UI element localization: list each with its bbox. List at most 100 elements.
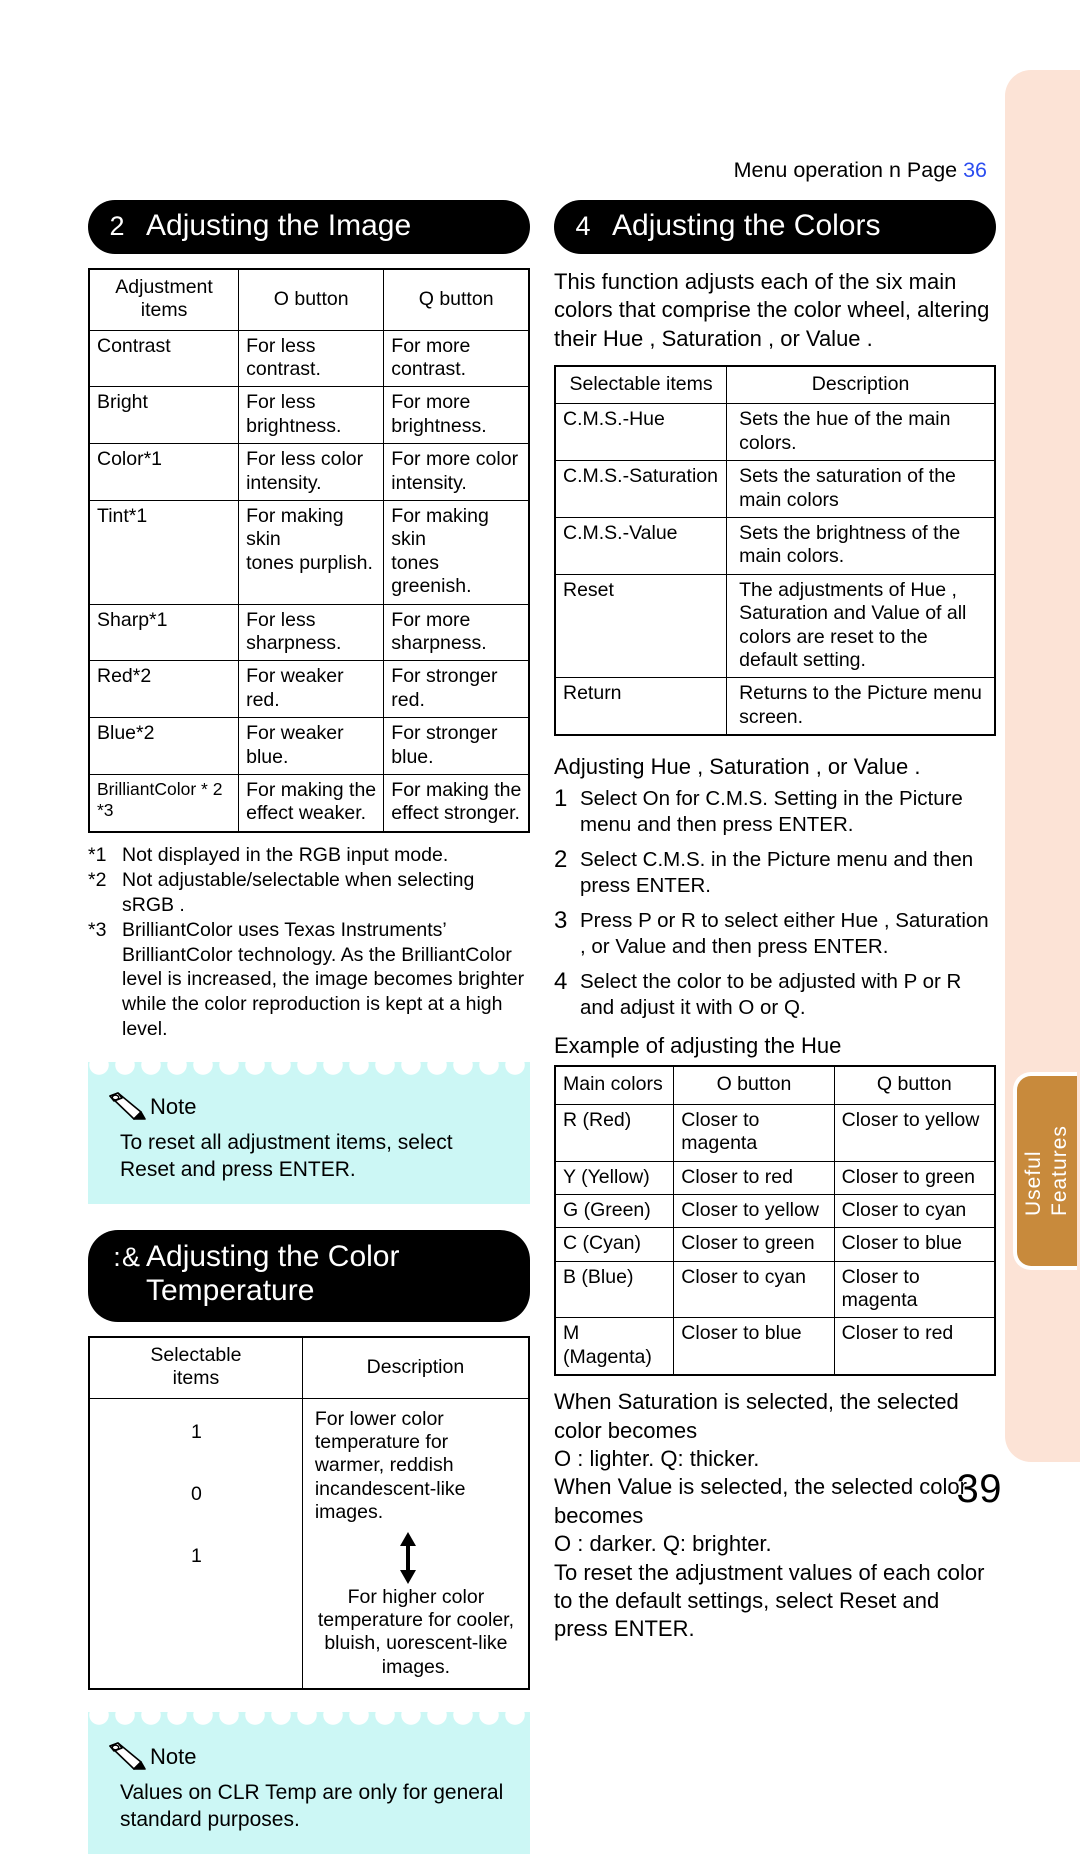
cell-item: Tint*1 (88, 500, 240, 605)
hue-example-table: Main colors O button Q button R (Red) Cl… (554, 1065, 996, 1377)
cell-color: G (Green) (554, 1193, 675, 1229)
cell-q: For more color intensity. (383, 443, 530, 502)
chapter-tab: Useful Features (1013, 1072, 1077, 1270)
cell-item: Return (554, 677, 728, 736)
cell-item: Blue*2 (88, 717, 240, 775)
table-row: Y (Yellow) Closer to red Closer to green (554, 1160, 996, 1195)
section-number: 4 (575, 211, 591, 241)
cell-description-warm: For lower color temperature for warmer, … (301, 1397, 530, 1530)
running-header-page-ref: 36 (963, 158, 987, 182)
table-header-row: Selectable items Description (554, 365, 996, 405)
table-row: C.M.S.-Value Sets the brightness of the … (554, 516, 996, 575)
col-header-main-colors: Main colors (554, 1065, 675, 1105)
cell-q: Closer to blue (833, 1227, 996, 1262)
table-row: C (Cyan) Closer to green Closer to blue (554, 1227, 996, 1262)
step-text: Select the color to be adjusted with P o… (580, 970, 962, 1020)
cell-q: For more brightness. (383, 386, 530, 445)
note-box-clr-temp: Note Values on CLR Temp are only for gen… (88, 1712, 530, 1854)
cms-selectable-items-table: Selectable items Description C.M.S.-Hue … (554, 365, 996, 737)
cell-q: Closer to cyan (833, 1193, 996, 1229)
section-number-glyph-a: : (113, 1242, 121, 1273)
running-header: Menu operation n Page 36 (0, 158, 1000, 183)
step-text: Select On for C.M.S. Setting in the Pict… (580, 787, 963, 837)
footnote: *3 BrilliantColor uses Texas Instruments… (88, 918, 530, 1043)
cell-o: For making skin tones purplish. (238, 500, 385, 605)
footnote-text: BrilliantColor uses Texas Instruments’ B… (122, 918, 525, 1041)
footnote-text: Not adjustable/selectable when selecting… (122, 868, 475, 916)
right-column: 4 Adjusting the Colors This function adj… (554, 200, 996, 1644)
section-heading-adjusting-color-temperature: : & Adjusting the Color Temperature (88, 1230, 530, 1322)
cell-item: Reset (554, 573, 728, 679)
color-temperature-table: Selectable items Description 1 0 1 For l… (88, 1335, 530, 1691)
cell-q: Closer to yellow (833, 1103, 996, 1162)
cell-item: C.M.S.-Value (554, 516, 728, 575)
table-row: Contrast For less contrast. For more con… (88, 329, 530, 388)
table-row: Tint*1 For making skin tones purplish. F… (88, 500, 530, 605)
cell-color: C (Cyan) (554, 1227, 675, 1262)
col-header-o-button: O button (238, 268, 385, 331)
section-number: 2 (109, 211, 125, 241)
note-title-row: Note (106, 1742, 512, 1772)
cell-q: Closer to red (833, 1317, 996, 1376)
cell-description-arrow (301, 1529, 530, 1584)
step-text: Select C.M.S. in the Picture menu and th… (580, 848, 974, 898)
table-row: Blue*2 For weaker blue. For stronger blu… (88, 717, 530, 775)
cell-item: C.M.S.-Saturation (554, 460, 728, 518)
table-row: G (Green) Closer to yellow Closer to cya… (554, 1193, 996, 1229)
cell-q: For stronger red. (383, 660, 530, 719)
table-row: C.M.S.-Hue Sets the hue of the main colo… (554, 403, 996, 462)
footnotes: *1 Not displayed in the RGB input mode. … (88, 843, 530, 1043)
adjustment-items-table: Adjustment items O button Q button Contr… (88, 267, 530, 833)
table-row: 1 0 1 For lower color temperature for wa… (88, 1397, 530, 1690)
page-number: 39 (956, 1467, 1002, 1511)
cell-o: Closer to red (673, 1160, 835, 1195)
chapter-tab-label: Useful Features (1021, 1125, 1071, 1217)
cell-color: Y (Yellow) (554, 1160, 675, 1195)
footnote: *2 Not adjustable/selectable when select… (88, 868, 530, 918)
section-number-glyph-b: & (122, 1242, 141, 1273)
cell-o: Closer to blue (673, 1317, 835, 1376)
note-title: Note (150, 1744, 197, 1770)
cell-description: The adjustments of Hue , Saturation and … (726, 573, 996, 679)
col-header-q-button: Q button (383, 268, 530, 331)
list-item: 2 Select C.M.S. in the Picture menu and … (554, 847, 996, 899)
cell-o: For less contrast. (238, 329, 385, 388)
pencil-icon (109, 1742, 146, 1770)
cell-q: For more contrast. (383, 329, 530, 388)
example-title: Example of adjusting the Hue (554, 1033, 842, 1059)
note-scallop-edge (88, 1712, 530, 1727)
cell-o: For weaker blue. (238, 717, 385, 775)
color-temperature-table-wrap: Selectable items Description 1 0 1 For l… (88, 1335, 530, 1691)
step-text: Press P or R to select either Hue , Satu… (580, 909, 989, 959)
step-number: 3 (554, 907, 568, 935)
list-item: 1 Select On for C.M.S. Setting in the Pi… (554, 786, 996, 838)
col-header-o-button: O button (673, 1065, 835, 1105)
procedure-title: Adjusting Hue , Saturation , or Value . (554, 754, 921, 780)
cell-o: Closer to yellow (673, 1193, 835, 1229)
cell-description-cool: For higher color temperature for cooler,… (301, 1581, 530, 1690)
cell-o: For making the effect weaker. (238, 773, 385, 833)
section-title: Adjusting the Image (146, 209, 412, 242)
table-row: Return Returns to the Picture menu scree… (554, 677, 996, 736)
table-row: M (Magenta) Closer to blue Closer to red (554, 1317, 996, 1376)
cell-o: For less brightness. (238, 386, 385, 445)
col-header-selectable-items: Selectable items (554, 365, 728, 405)
table-row: R (Red) Closer to magenta Closer to yell… (554, 1103, 996, 1162)
left-column: 2 Adjusting the Image Adjustment items O… (88, 200, 530, 1854)
cell-o: For less color intensity. (238, 443, 385, 502)
cell-description: Sets the hue of the main colors. (726, 403, 996, 462)
table-row: Sharp*1 For less sharpness. For more sha… (88, 603, 530, 662)
col-header-description: Description (726, 365, 996, 405)
cell-value-low: 1 (190, 1545, 202, 1568)
step-number: 4 (554, 968, 568, 996)
table-header-row: Adjustment items O button Q button (88, 268, 530, 331)
section-heading-adjusting-image: 2 Adjusting the Image (88, 200, 530, 254)
section-title: Adjusting the Colors (612, 209, 881, 242)
step-number: 2 (554, 846, 568, 874)
pencil-icon (109, 1092, 146, 1121)
cell-description: Sets the saturation of the main colors (726, 460, 996, 518)
cell-color: R (Red) (554, 1103, 675, 1162)
running-header-text: Menu operation n Page (733, 158, 964, 182)
cell-q: For more sharpness. (383, 603, 530, 662)
note-scallop-edge (88, 1062, 530, 1077)
